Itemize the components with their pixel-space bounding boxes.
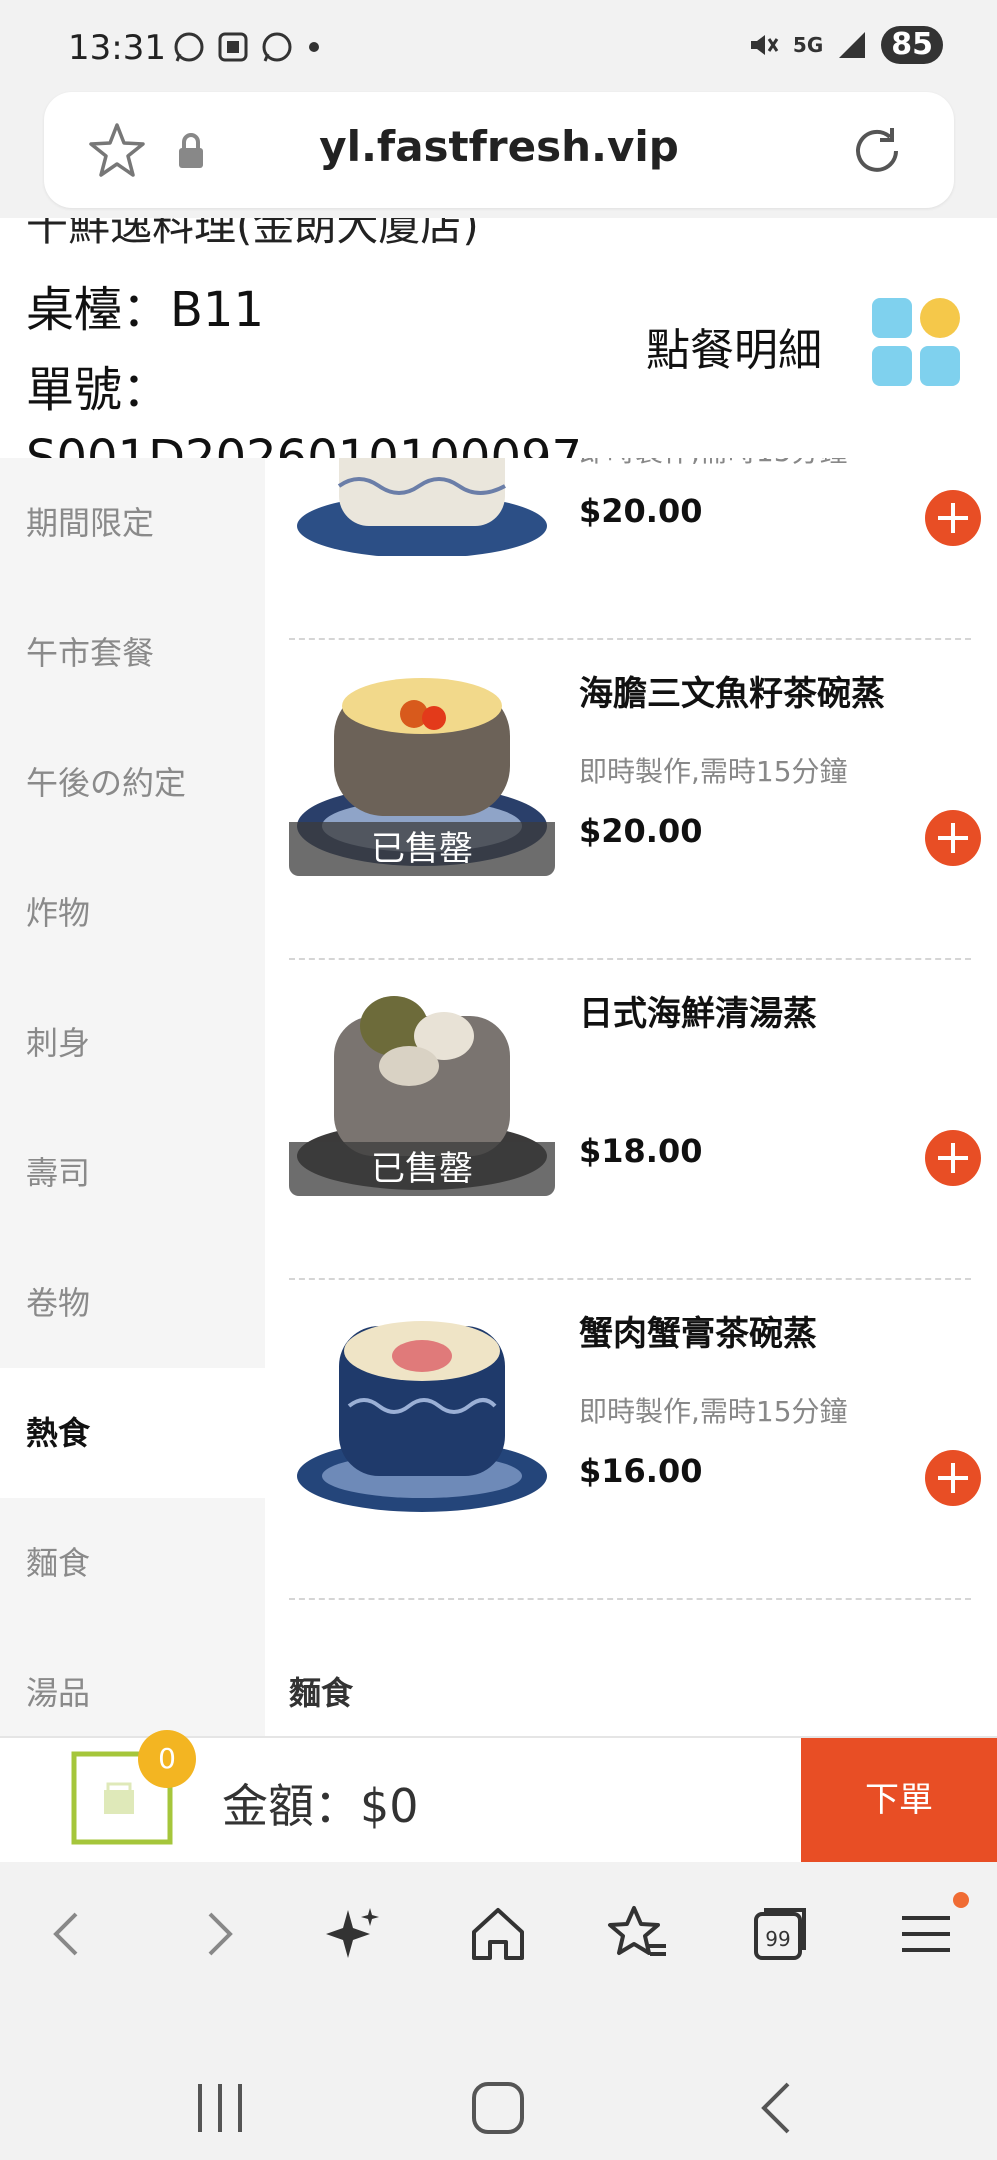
notification-dot <box>953 1892 969 1908</box>
battery-indicator: 85 <box>881 26 943 64</box>
status-bar: 13:31 5G 85 <box>0 0 997 90</box>
food-image: 已售罄 <box>289 976 555 1196</box>
status-time: 13:31 <box>68 28 166 68</box>
food-image <box>289 458 555 556</box>
item-description: 即時製作,需時15分鐘 <box>579 755 848 788</box>
add-to-cart-button[interactable] <box>925 1450 981 1506</box>
svg-text:99: 99 <box>765 1927 790 1951</box>
tabs-icon[interactable]: 99 <box>750 1902 814 1966</box>
menu-item[interactable]: 蟹肉蟹膏茶碗蒸 即時製作,需時15分鐘 $16.00 <box>289 1280 981 1600</box>
cart-bar: 0 金額：$0 下單 <box>0 1730 997 1862</box>
order-number: S001D2026010100097 <box>26 430 583 458</box>
back-icon[interactable] <box>36 1902 100 1966</box>
item-name: 日式海鮮清湯蒸 <box>579 994 817 1034</box>
cart-count-badge: 0 <box>138 1730 196 1788</box>
category-item-active[interactable]: 熱食 <box>0 1368 265 1498</box>
cart-amount: 金額：$0 <box>222 1779 419 1833</box>
forward-icon[interactable] <box>186 1902 250 1966</box>
url-text[interactable]: yl.fastfresh.vip <box>44 122 954 171</box>
item-description: 即時製作,需時15分鐘 <box>579 458 848 470</box>
item-name: 蟹肉蟹膏茶碗蒸 <box>579 1314 817 1354</box>
sparkle-icon[interactable] <box>322 1902 386 1966</box>
item-description: 即時製作,需時15分鐘 <box>579 1395 848 1428</box>
menu-list: 即時製作,需時15分鐘 $20.00 已售罄 海膽三文魚籽茶碗蒸 即時製作,需時… <box>265 458 997 1736</box>
item-price: $20.00 <box>579 492 703 530</box>
menu-item[interactable]: 已售罄 海膽三文魚籽茶碗蒸 即時製作,需時15分鐘 $20.00 <box>289 640 981 960</box>
order-detail-link[interactable]: 點餐明細 <box>646 314 822 378</box>
category-item[interactable]: 湯品 <box>0 1628 265 1736</box>
system-navigation <box>0 2002 997 2160</box>
menu-item[interactable]: 已售罄 日式海鮮清湯蒸 $18.00 <box>289 960 981 1280</box>
mute-icon <box>750 35 779 55</box>
food-image <box>289 1296 555 1516</box>
whatsapp-icon <box>174 32 204 62</box>
place-order-button[interactable]: 下單 <box>801 1738 997 1862</box>
category-item[interactable]: 午後の約定 <box>0 718 265 848</box>
notification-icons <box>172 30 324 64</box>
food-image: 已售罄 <box>289 656 555 876</box>
category-item[interactable]: 午市套餐 <box>0 588 265 718</box>
item-price: $20.00 <box>579 812 703 850</box>
add-to-cart-button[interactable] <box>925 810 981 866</box>
table-number: 桌檯：B11 <box>26 282 265 338</box>
menu-item[interactable]: 即時製作,需時15分鐘 $20.00 <box>289 458 981 640</box>
dot-icon <box>309 42 319 52</box>
system-back-icon[interactable] <box>754 2082 798 2134</box>
category-item[interactable]: 壽司 <box>0 1108 265 1238</box>
category-item[interactable]: 刺身 <box>0 978 265 1108</box>
category-sidebar: 期間限定 午市套餐 午後の約定 炸物 刺身 壽司 卷物 熱食 麵食 湯品 <box>0 458 265 1736</box>
grid-menu-icon[interactable] <box>872 298 960 386</box>
sold-out-label: 已售罄 <box>289 1142 555 1196</box>
network-label: 5G <box>792 33 824 57</box>
menu-icon[interactable] <box>894 1902 958 1966</box>
home-button-icon[interactable] <box>470 2082 526 2134</box>
address-bar[interactable]: yl.fastfresh.vip <box>44 92 954 208</box>
category-item[interactable]: 期間限定 <box>0 458 265 588</box>
signal-icon <box>839 32 866 58</box>
whatsapp-icon <box>262 32 292 62</box>
home-icon[interactable] <box>466 1902 530 1966</box>
scan-icon <box>218 32 248 62</box>
reload-icon[interactable] <box>846 120 908 182</box>
add-to-cart-button[interactable] <box>925 1130 981 1186</box>
recent-apps-icon[interactable] <box>190 2082 250 2134</box>
shop-name: 千鮮逸料理(金朗大廈店) <box>26 218 479 250</box>
browser-toolbar: 99 <box>0 1862 997 2002</box>
item-price: $16.00 <box>579 1452 703 1490</box>
category-item[interactable]: 麵食 <box>0 1498 265 1628</box>
sold-out-label: 已售罄 <box>289 822 555 876</box>
category-item[interactable]: 卷物 <box>0 1238 265 1368</box>
order-header: 千鮮逸料理(金朗大廈店) 桌檯：B11 單號： S001D20260101000… <box>0 218 997 458</box>
bookmarks-icon[interactable] <box>606 1902 670 1966</box>
category-item[interactable]: 炸物 <box>0 848 265 978</box>
add-to-cart-button[interactable] <box>925 490 981 546</box>
item-name: 海膽三文魚籽茶碗蒸 <box>579 674 885 714</box>
item-price: $18.00 <box>579 1132 703 1170</box>
order-number-label: 單號： <box>26 362 171 418</box>
section-heading: 麵食 <box>289 1674 354 1712</box>
